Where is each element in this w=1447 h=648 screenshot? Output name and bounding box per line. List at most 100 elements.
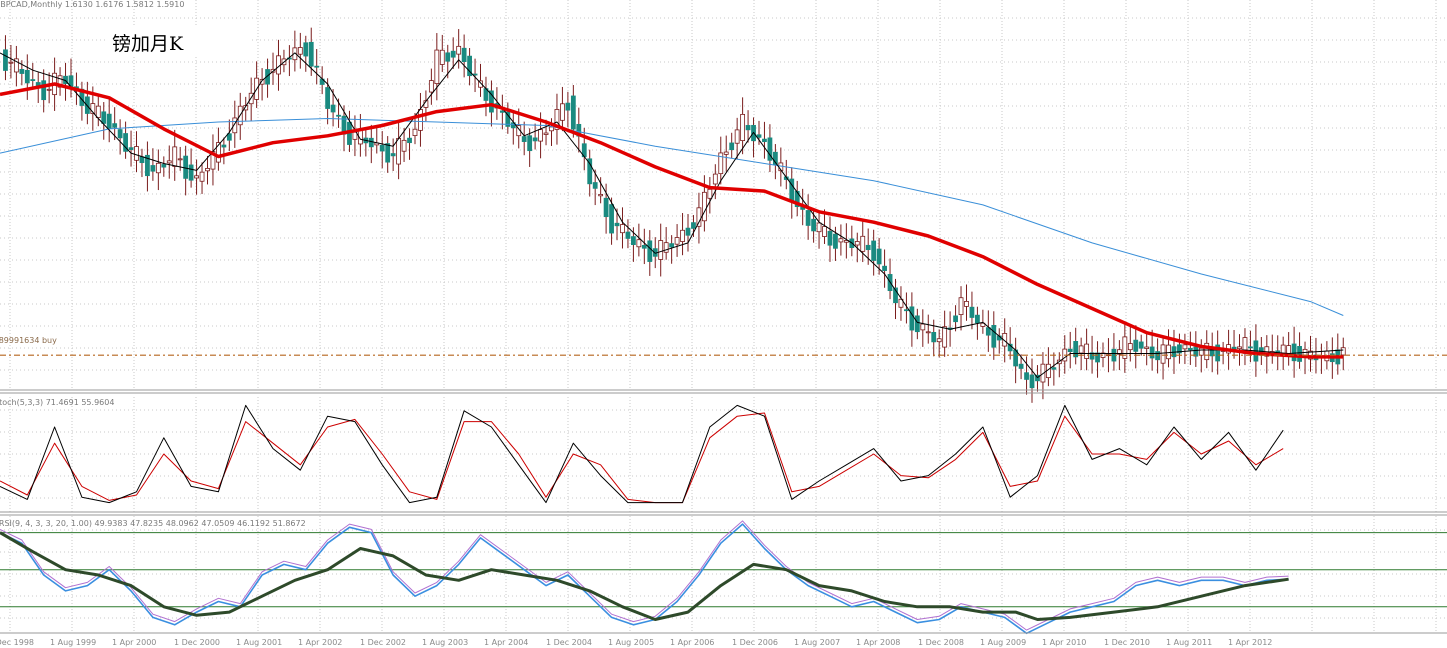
candle-bull [1127,343,1133,351]
candle-bear [303,42,309,57]
candle-bear [101,111,107,124]
order-line-label: #89991634 buy [0,336,57,345]
candle-bear [128,147,134,150]
candle-bull [712,173,718,185]
candle-bull [1078,345,1084,354]
candle-bull [194,175,199,179]
candle-bear [1024,372,1029,380]
x-tick-label: 1 Dec 2006 [732,638,778,647]
candle-bull [412,128,418,136]
candle-bear [975,314,980,324]
x-tick-label: 1 Dec 2002 [360,638,406,647]
candle-bear [330,104,336,113]
candle-bear [445,52,451,62]
x-tick-label: 1 Aug 2001 [236,638,282,647]
candle-bull [1166,344,1171,360]
candle-bull [1160,344,1166,364]
candle-bull [854,241,860,246]
chart-canvas: 1 Dec 1998 1 Aug 1999 1 Apr 2000 1 Dec 2000… [0,0,1447,647]
candle-bear [161,164,167,168]
candle-bear [745,125,751,131]
candle-bull [297,47,303,55]
candle-bull [964,301,969,307]
candle-bear [472,73,478,76]
x-tick-label: 1 Apr 2000 [112,638,156,647]
x-tick-label: 1 Apr 2012 [1228,638,1272,647]
candle-bear [691,222,696,229]
candle-bull [177,158,183,161]
candle-bull [598,193,604,197]
candle-bear [614,222,620,227]
candle-bear [931,332,937,343]
candle-bull [816,222,822,233]
candle-bull [1340,347,1346,356]
candle-bull [95,105,101,118]
candle-bull [707,188,713,199]
candle-bull [434,49,440,84]
candle-bull [1286,345,1292,355]
candle-bull [46,88,52,91]
candle-bear [390,153,396,157]
candle-bear [609,204,614,234]
candle-bull [155,162,161,174]
x-tick-label: 1 Apr 2006 [670,638,714,647]
stoch-signal-line [0,412,1284,504]
candle-bear [603,197,609,218]
candle-bear [407,137,412,144]
candle-bull [134,146,139,161]
candle-bear [368,137,374,148]
candle-bull [1182,344,1188,350]
candle-bull [401,139,407,152]
candle-bear [876,248,882,265]
candle-bull [8,61,14,64]
candle-bear [625,231,631,239]
candle-bear [336,114,341,117]
candle-bear [811,218,816,232]
candle-bear [41,80,47,101]
x-tick-label: 1 Apr 2002 [298,638,342,647]
x-tick-label: 1 Aug 2007 [794,638,840,647]
candle-bear [909,306,915,331]
candle-bear [805,210,811,226]
candle-bear [1073,341,1079,358]
candle-bear [1138,341,1144,349]
candle-bear [499,110,505,113]
x-tick-label: 1 Aug 2011 [1166,638,1212,647]
candle-bull [172,146,178,167]
candle-bull [205,168,210,172]
stoch-label: Stoch(5,3,3) 71.4691 55.9604 [0,398,115,407]
candle-bull [936,338,942,343]
candle-bear [587,158,593,185]
x-tick-label: 1 Dec 1998 [0,638,34,647]
candle-bear [827,230,833,246]
candle-bull [428,80,434,93]
candle-bear [1133,339,1139,352]
x-tick-label: 1 Apr 2004 [484,638,528,647]
candle-bear [1248,346,1253,349]
candle-bear [325,87,331,109]
moving-averages [0,52,1344,379]
candle-bull [680,229,685,242]
candle-bear [1291,343,1297,362]
candle-bear [379,144,385,152]
candle-bull [549,126,554,132]
candle-bear [570,95,576,130]
candle-bull [543,132,549,135]
candle-bull [1198,347,1204,356]
candle-bull [1144,346,1150,349]
candle-bear [527,135,533,152]
candle-bull [860,235,866,252]
candle-bear [1187,347,1193,351]
candle-bear [833,233,838,249]
candle-bear [3,49,8,71]
candle-bear [756,134,762,138]
candle-bear [30,79,36,81]
candle-bear [1051,367,1057,370]
candle-bull [925,331,931,334]
candle-bear [669,243,675,248]
candle-bear [953,315,958,323]
chart-title: 镑加月K [112,33,184,55]
candle-bear [221,144,227,148]
candle-bear [106,113,112,129]
candle-bear [188,164,194,181]
